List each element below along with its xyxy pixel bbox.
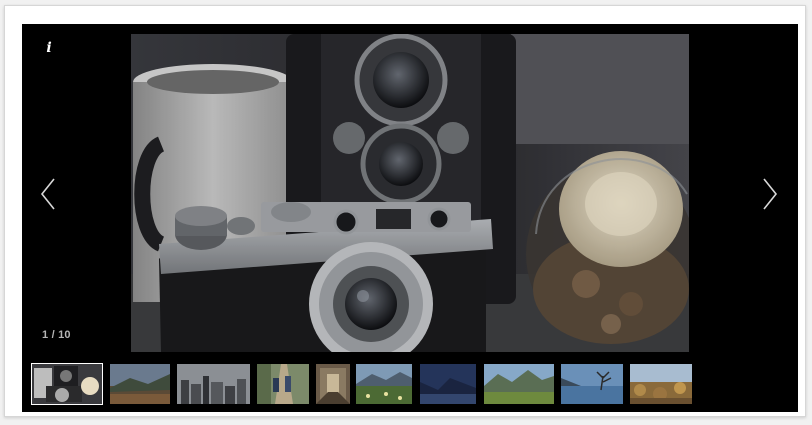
chevron-right-icon	[763, 178, 778, 210]
thumbnail-6[interactable]	[356, 364, 412, 404]
thumbnail-9[interactable]	[561, 364, 623, 404]
next-button[interactable]	[758, 172, 782, 216]
thumbnail-image	[420, 364, 476, 404]
image-gallery: i 1 / 10	[22, 24, 798, 412]
gallery-frame: i 1 / 10	[4, 5, 806, 417]
main-image[interactable]	[131, 34, 689, 352]
prev-button[interactable]	[36, 172, 60, 216]
thumbnail-image	[356, 364, 412, 404]
thumbnail-image	[177, 364, 250, 404]
thumbnail-image	[110, 364, 170, 404]
thumbnail-image	[316, 364, 350, 404]
thumbnail-7[interactable]	[420, 364, 476, 404]
thumbnail-image	[484, 364, 554, 404]
slide-counter: 1 / 10	[42, 329, 71, 341]
thumbnail-4[interactable]	[257, 364, 309, 404]
thumbnail-10[interactable]	[630, 364, 692, 404]
thumbnail-1[interactable]	[31, 363, 103, 405]
thumbnail-2[interactable]	[110, 364, 170, 404]
thumbnail-image	[257, 364, 309, 404]
camera-photo	[131, 34, 689, 352]
info-icon[interactable]: i	[42, 39, 56, 57]
thumbnail-3[interactable]	[177, 364, 250, 404]
thumbnail-8[interactable]	[484, 364, 554, 404]
chevron-left-icon	[40, 178, 55, 210]
thumbnail-5[interactable]	[316, 364, 350, 404]
thumbnail-image	[630, 364, 692, 404]
thumbnail-image	[32, 364, 102, 404]
thumbnail-image	[561, 364, 623, 404]
